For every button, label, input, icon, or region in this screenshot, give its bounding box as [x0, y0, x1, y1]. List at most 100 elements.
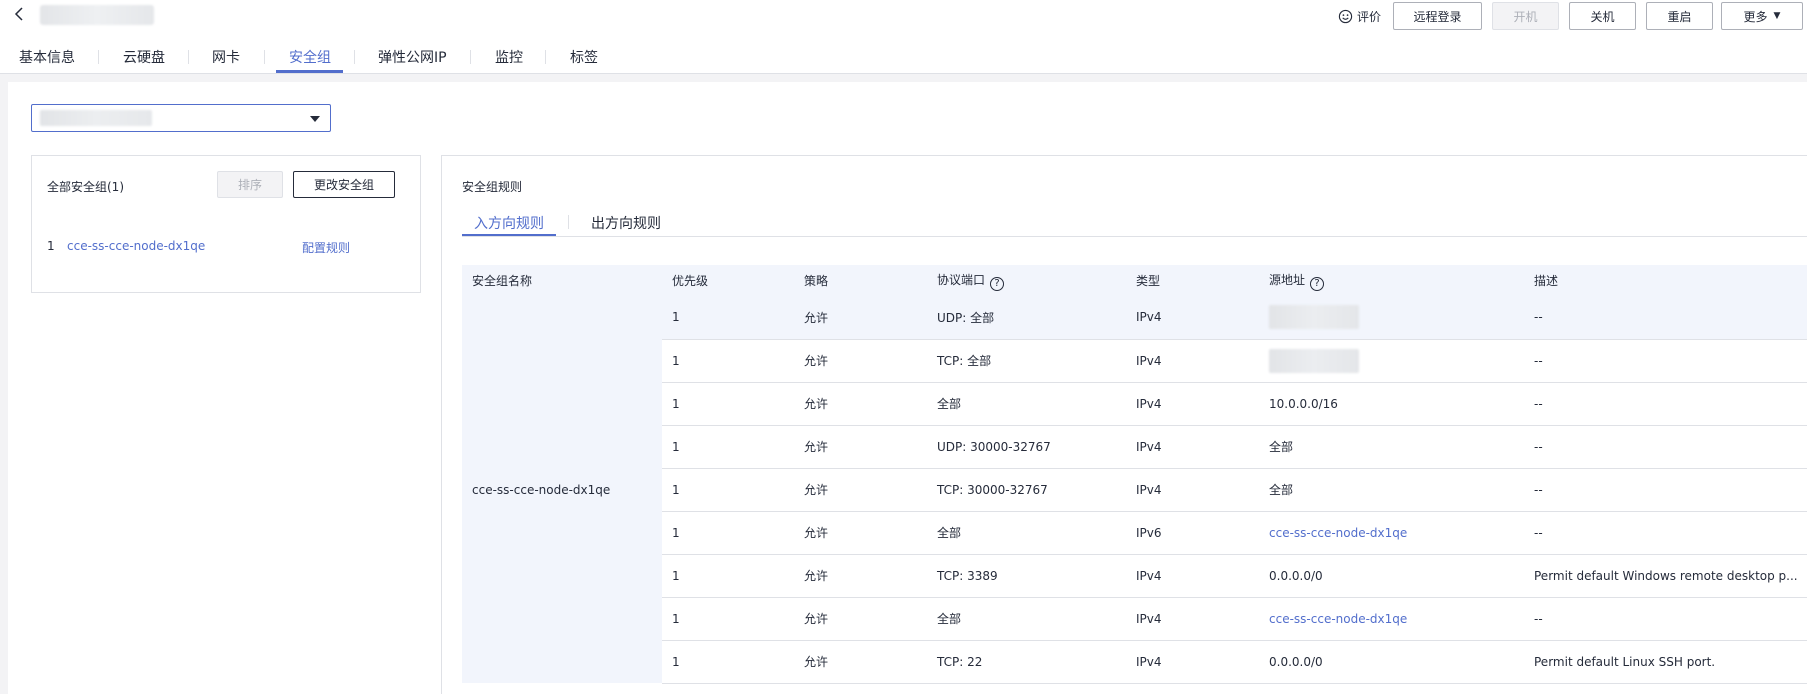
table-row: 1 允许 TCP: 全部 IPv4 -- — [462, 339, 1807, 383]
policy-cell: 允许 — [794, 468, 927, 512]
priority-cell: 1 — [662, 382, 794, 426]
source-cell: cce-ss-cce-node-dx1qe — [1259, 511, 1524, 555]
column-header: 安全组名称 — [462, 265, 662, 296]
type-cell: IPv4 — [1126, 296, 1259, 340]
type-cell: IPv4 — [1126, 382, 1259, 426]
protocol-port-cell: UDP: 全部 — [927, 296, 1126, 340]
description-cell: -- — [1524, 468, 1807, 512]
tab-divider — [470, 50, 471, 64]
rules-title: 安全组规则 — [462, 180, 523, 194]
tab-eip[interactable]: 弹性公网IP — [378, 47, 447, 67]
help-icon[interactable]: ? — [1310, 276, 1325, 291]
priority-cell: 1 — [662, 554, 794, 598]
list-item-index: 1 — [47, 239, 55, 253]
caret-down-icon: ▼ — [1773, 11, 1781, 21]
column-header-label: 源地址 — [1269, 272, 1306, 287]
tab-divider — [545, 50, 546, 64]
description-cell: -- — [1524, 597, 1807, 641]
tab-divider — [98, 50, 99, 64]
tab-inbound-rules[interactable]: 入方向规则 — [474, 213, 544, 233]
rules-table: 安全组名称 优先级 策略 协议端口? 类型 源地址? 描述 cce-ss-cce… — [462, 265, 1807, 684]
priority-cell: 1 — [662, 511, 794, 555]
source-security-group-link[interactable]: cce-ss-cce-node-dx1qe — [1269, 612, 1407, 626]
column-header-label: 协议端口 — [937, 272, 986, 287]
smile-icon — [1338, 9, 1353, 23]
source-redacted — [1269, 348, 1359, 373]
protocol-port-cell: TCP: 30000-32767 — [927, 468, 1126, 512]
change-security-group-button[interactable]: 更改安全组 — [293, 171, 395, 198]
description-cell: Permit default Windows remote desktop p.… — [1524, 554, 1807, 598]
content-top-strip — [0, 74, 1807, 82]
security-group-rules-panel: 安全组规则 入方向规则 出方向规则 安全组名称 优先级 策略 协议端口? 类型 … — [441, 155, 1807, 694]
protocol-port-cell: TCP: 全部 — [927, 339, 1126, 383]
more-button[interactable]: 更多 ▼ — [1721, 2, 1803, 30]
policy-cell: 允许 — [794, 640, 927, 684]
tab-cloud-disk[interactable]: 云硬盘 — [123, 47, 165, 67]
start-button[interactable]: 开机 — [1492, 2, 1559, 30]
remote-login-button[interactable]: 远程登录 — [1393, 2, 1482, 30]
help-icon[interactable]: ? — [990, 276, 1005, 291]
table-row: 1 允许 TCP: 3389 IPv4 0.0.0.0/0 Permit default … — [462, 554, 1807, 598]
policy-cell: 允许 — [794, 382, 927, 426]
type-cell: IPv6 — [1126, 511, 1259, 555]
security-group-list-panel: 全部安全组(1) 排序 更改安全组 1 cce-ss-cce-node-dx1q… — [31, 155, 421, 293]
active-tab-indicator — [276, 70, 343, 73]
tab-divider — [188, 50, 189, 64]
tab-outbound-rules[interactable]: 出方向规则 — [591, 213, 661, 233]
source-redacted — [1269, 305, 1359, 330]
source-cell: 0.0.0.0/0 — [1259, 554, 1524, 598]
priority-cell: 1 — [662, 468, 794, 512]
shutdown-button[interactable]: 关机 — [1569, 2, 1636, 30]
protocol-port-cell: 全部 — [927, 511, 1126, 555]
policy-cell: 允许 — [794, 339, 927, 383]
policy-cell: 允许 — [794, 425, 927, 469]
rate-label: 评价 — [1357, 9, 1382, 24]
protocol-port-cell: UDP: 30000-32767 — [927, 425, 1126, 469]
tab-nic[interactable]: 网卡 — [212, 47, 240, 67]
table-row: 1 允许 TCP: 22 IPv4 0.0.0.0/0 Permit default Li… — [462, 640, 1807, 684]
column-header: 源地址? — [1259, 265, 1524, 296]
column-header: 优先级 — [662, 265, 794, 296]
source-cell: cce-ss-cce-node-dx1qe — [1259, 597, 1524, 641]
sort-button[interactable]: 排序 — [217, 171, 283, 198]
configure-rules-link[interactable]: 配置规则 — [302, 239, 350, 256]
instance-title-redacted — [40, 5, 154, 25]
type-cell: IPv4 — [1126, 597, 1259, 641]
security-group-link[interactable]: cce-ss-cce-node-dx1qe — [67, 239, 205, 253]
rate-link[interactable]: 评价 — [1338, 2, 1381, 30]
column-header: 协议端口? — [927, 265, 1126, 296]
priority-cell: 1 — [662, 597, 794, 641]
restart-button[interactable]: 重启 — [1646, 2, 1713, 30]
tab-divider — [264, 50, 265, 64]
priority-cell: 1 — [662, 425, 794, 469]
source-security-group-link[interactable]: cce-ss-cce-node-dx1qe — [1269, 526, 1407, 540]
policy-cell: 允许 — [794, 554, 927, 598]
tab-divider — [354, 50, 355, 64]
column-header: 描述 — [1524, 265, 1807, 296]
source-cell: 10.0.0.0/16 — [1259, 382, 1524, 426]
description-cell: -- — [1524, 296, 1807, 340]
table-row: 1 允许 UDP: 30000-32767 IPv4 全部 -- — [462, 425, 1807, 469]
priority-cell: 1 — [662, 640, 794, 684]
tab-tags[interactable]: 标签 — [570, 47, 598, 67]
priority-cell: 1 — [662, 296, 794, 340]
top-bar: 评价 远程登录 开机 关机 重启 更多 ▼ — [0, 0, 1807, 34]
selected-value-redacted — [40, 110, 152, 126]
policy-cell: 允许 — [794, 296, 927, 340]
table-row: 1 允许 全部 IPv4 10.0.0.0/16 -- — [462, 382, 1807, 426]
policy-cell: 允许 — [794, 597, 927, 641]
source-cell: 全部 — [1259, 468, 1524, 512]
tab-basic-info[interactable]: 基本信息 — [19, 47, 75, 67]
tab-monitor[interactable]: 监控 — [495, 47, 523, 67]
type-cell: IPv4 — [1126, 468, 1259, 512]
description-cell: Permit default Linux SSH port. — [1524, 640, 1807, 684]
source-cell — [1259, 296, 1524, 340]
tab-security-group[interactable]: 安全组 — [289, 47, 331, 67]
column-header: 策略 — [794, 265, 927, 296]
more-label: 更多 — [1743, 9, 1768, 24]
content-left-strip — [0, 74, 8, 694]
security-group-select[interactable] — [31, 104, 331, 132]
protocol-port-cell: 全部 — [927, 382, 1126, 426]
back-arrow-icon[interactable] — [12, 4, 28, 24]
priority-cell: 1 — [662, 339, 794, 383]
